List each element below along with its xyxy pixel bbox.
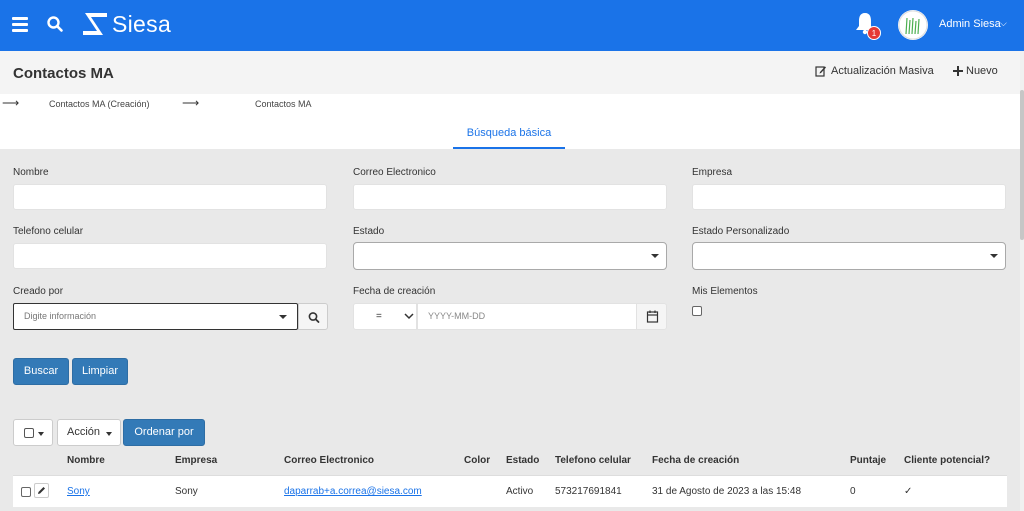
column-header-puntaje[interactable]: Puntaje [850, 455, 886, 466]
nombre-field[interactable] [13, 184, 327, 210]
mass-update-label: Actualización Masiva [831, 65, 934, 77]
new-label: Nuevo [966, 65, 998, 77]
search-icon[interactable] [46, 15, 64, 33]
cell-fecha: 31 de Agosto de 2023 a las 15:48 [652, 486, 802, 497]
page-header: Contactos MA Actualización Masiva Nuevo [0, 51, 1020, 94]
column-header-cliente[interactable]: Cliente potencial? [904, 455, 990, 466]
creado-por-search-button[interactable] [298, 303, 328, 330]
estado-select[interactable] [353, 242, 667, 270]
calendar-button[interactable] [636, 303, 667, 330]
fecha-operator-select[interactable]: = [353, 303, 417, 330]
check-icon: ✓ [904, 486, 913, 497]
plus-icon [953, 66, 963, 76]
avatar[interactable] [898, 10, 928, 40]
caret-down-icon [279, 315, 287, 319]
top-navbar: Siesa 1 Admin Siesa ⌵ [0, 0, 1024, 51]
creado-por-placeholder: Digite información [24, 311, 97, 321]
page-title: Contactos MA [13, 65, 114, 82]
nombre-label: Nombre [13, 167, 49, 178]
cell-nombre[interactable]: Sony [67, 486, 90, 497]
accion-label: Acción [67, 426, 101, 438]
row-edit-button[interactable] [34, 483, 49, 498]
checkbox-icon [24, 428, 34, 438]
table-row: Sony Sony daparrab+a.correa@siesa.com Ac… [13, 475, 1007, 507]
select-all-dropdown[interactable] [13, 419, 53, 446]
column-header-color[interactable]: Color [464, 455, 490, 466]
empresa-field[interactable] [692, 184, 1006, 210]
edit-icon [815, 66, 826, 77]
ordenar-por-button[interactable]: Ordenar por [123, 419, 205, 446]
arrow-right-icon: ⟶ [182, 96, 200, 110]
column-header-correo[interactable]: Correo Electronico [284, 455, 374, 466]
cell-correo[interactable]: daparrab+a.correa@siesa.com [284, 486, 422, 497]
cell-estado: Activo [506, 486, 534, 497]
estado-personalizado-label: Estado Personalizado [692, 226, 790, 237]
siesa-logo[interactable]: Siesa [82, 9, 171, 39]
calendar-icon [646, 310, 659, 323]
breadcrumb: ⟶ Contactos MA (Creación) ⟶ Contactos MA… [0, 94, 1020, 149]
limpiar-button[interactable]: Limpiar [72, 358, 128, 385]
cell-puntaje: 0 [850, 486, 856, 497]
avatar-image [898, 10, 928, 40]
telefono-label: Telefono celular [13, 226, 84, 237]
cell-telefono: 573217691841 [555, 486, 622, 497]
arrow-right-icon: ⟶ [2, 96, 20, 110]
chevron-down-icon [404, 313, 414, 320]
brand-name: Siesa [112, 10, 172, 37]
caret-down-icon [38, 432, 44, 436]
chevron-down-icon[interactable]: ⌵ [1000, 18, 1007, 29]
fecha-field[interactable]: YYYY-MM-DD [417, 303, 637, 330]
mis-elementos-label: Mis Elementos [692, 286, 758, 297]
caret-down-icon [990, 254, 998, 258]
caret-down-icon [651, 254, 659, 258]
caret-down-icon [106, 432, 112, 436]
user-name[interactable]: Admin Siesa [939, 18, 1001, 30]
fecha-operator-value: = [376, 311, 382, 322]
pencil-icon [38, 487, 45, 494]
estado-label: Estado [353, 226, 385, 237]
scrollbar-thumb[interactable] [1020, 90, 1024, 240]
breadcrumb-item[interactable]: Contactos MA (Creación) [49, 99, 150, 109]
search-form: Nombre Correo Electronico Empresa Telefo… [0, 149, 1020, 511]
creado-por-label: Creado por [13, 286, 64, 297]
mis-elementos-checkbox[interactable] [692, 306, 702, 316]
breadcrumb-item[interactable]: Contactos MA [255, 99, 312, 109]
buscar-button[interactable]: Buscar [13, 358, 69, 385]
estado-personalizado-select[interactable] [692, 242, 1006, 270]
cell-empresa: Sony [175, 486, 198, 497]
telefono-field[interactable] [13, 243, 327, 269]
fecha-label: Fecha de creación [353, 286, 436, 297]
correo-label: Correo Electronico [353, 167, 436, 178]
search-icon [308, 312, 320, 323]
empresa-label: Empresa [692, 167, 733, 178]
siesa-logo-mark [83, 13, 107, 35]
notification-badge: 1 [867, 26, 881, 40]
row-checkbox[interactable] [21, 487, 31, 497]
creado-por-field[interactable]: Digite información [13, 303, 298, 330]
menu-icon[interactable] [12, 17, 28, 32]
new-button[interactable]: Nuevo [953, 65, 998, 77]
column-header-nombre[interactable]: Nombre [67, 455, 105, 466]
column-header-telefono[interactable]: Telefono celular [555, 455, 631, 466]
mass-update-button[interactable]: Actualización Masiva [815, 65, 934, 77]
tab-basic-search[interactable]: Búsqueda básica [453, 120, 565, 149]
column-header-fecha[interactable]: Fecha de creación [652, 455, 739, 466]
fecha-placeholder: YYYY-MM-DD [428, 311, 486, 321]
correo-field[interactable] [353, 184, 667, 210]
accion-dropdown[interactable]: Acción [57, 419, 121, 446]
column-header-empresa[interactable]: Empresa [175, 455, 217, 466]
column-header-estado[interactable]: Estado [506, 455, 539, 466]
